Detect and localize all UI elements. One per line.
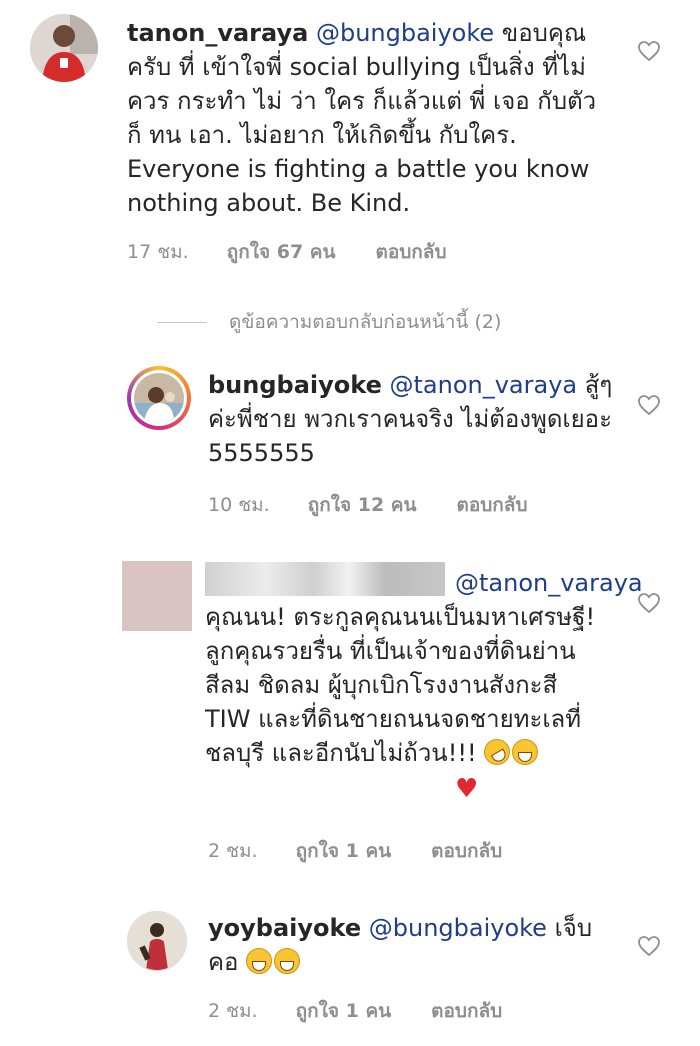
grin-emoji (512, 739, 539, 765)
emoji-row (246, 948, 302, 976)
rofl-emoji (479, 734, 515, 770)
comment-body: bungbaiyoke @tanon_varaya สู้ๆ ค่ะพี่ชาย… (208, 368, 613, 470)
reply-button[interactable]: ตอบกลับ (431, 836, 502, 866)
divider-line (157, 321, 207, 323)
heart-outline-icon[interactable] (637, 394, 661, 416)
comment-meta: 10 ชม. ถูกใจ 12 คน ตอบกลับ (208, 490, 528, 520)
username[interactable]: bungbaiyoke (208, 371, 382, 399)
comment-meta: 17 ชม. ถูกใจ 67 คน ตอบกลับ (127, 237, 447, 267)
avatar (131, 370, 187, 426)
avatar-photo-icon (128, 912, 186, 970)
comment-text: ขอบคุณครับ ที่ เข้าใจพี่ social bullying… (127, 19, 597, 217)
reply-button[interactable]: ตอบกลับ (431, 996, 502, 1026)
heart-outline-icon[interactable] (637, 40, 661, 62)
reply-button[interactable]: ตอบกลับ (375, 237, 446, 267)
heart-outline-icon[interactable] (637, 935, 661, 957)
mention-link[interactable]: @bungbaiyoke (369, 914, 547, 942)
comment-body: @tanon_varaya คุณนน! ตระกูลคุณนนเป็นมหาเ… (205, 566, 643, 806)
timestamp: 10 ชม. (208, 494, 270, 516)
avatar[interactable] (30, 14, 98, 82)
view-replies-label: ดูข้อความตอบกลับก่อนหน้านี้ (2) (229, 311, 502, 333)
likes-count[interactable]: ถูกใจ 67 คน (227, 237, 336, 267)
avatar-story-ring[interactable] (127, 366, 191, 430)
likes-count[interactable]: ถูกใจ 1 คน (296, 996, 392, 1026)
avatar-photo-icon (134, 373, 184, 423)
comment-body: tanon_varaya @bungbaiyoke ขอบคุณครับ ที่… (127, 16, 617, 220)
heart-outline-icon[interactable] (637, 592, 661, 614)
username[interactable]: yoybaiyoke (208, 914, 361, 942)
avatar-blurred[interactable] (122, 561, 192, 631)
timestamp: 2 ชม. (208, 1000, 258, 1022)
username[interactable]: tanon_varaya (127, 19, 308, 47)
comment-body: yoybaiyoke @bungbaiyoke เจ็บคอ (208, 911, 613, 979)
comment-meta: 2 ชม. ถูกใจ 1 คน ตอบกลับ (208, 996, 502, 1026)
avatar[interactable] (127, 911, 187, 971)
mention-link[interactable]: @bungbaiyoke (316, 19, 494, 47)
reply-button[interactable]: ตอบกลับ (456, 490, 527, 520)
timestamp: 17 ชม. (127, 241, 189, 263)
avatar-photo-icon (30, 14, 98, 82)
mention-link[interactable]: @tanon_varaya (390, 371, 578, 399)
grin-emoji (246, 948, 273, 974)
red-heart-emoji: ♥ (455, 774, 479, 804)
mention-link[interactable]: @tanon_varaya (455, 569, 643, 597)
timestamp: 2 ชม. (208, 840, 258, 862)
view-previous-replies[interactable]: ดูข้อความตอบกลับก่อนหน้านี้ (2) (157, 307, 501, 337)
likes-count[interactable]: ถูกใจ 1 คน (296, 836, 392, 866)
likes-count[interactable]: ถูกใจ 12 คน (308, 490, 417, 520)
grin-emoji (274, 948, 301, 974)
comment-meta: 2 ชม. ถูกใจ 1 คน ตอบกลับ (208, 836, 502, 866)
